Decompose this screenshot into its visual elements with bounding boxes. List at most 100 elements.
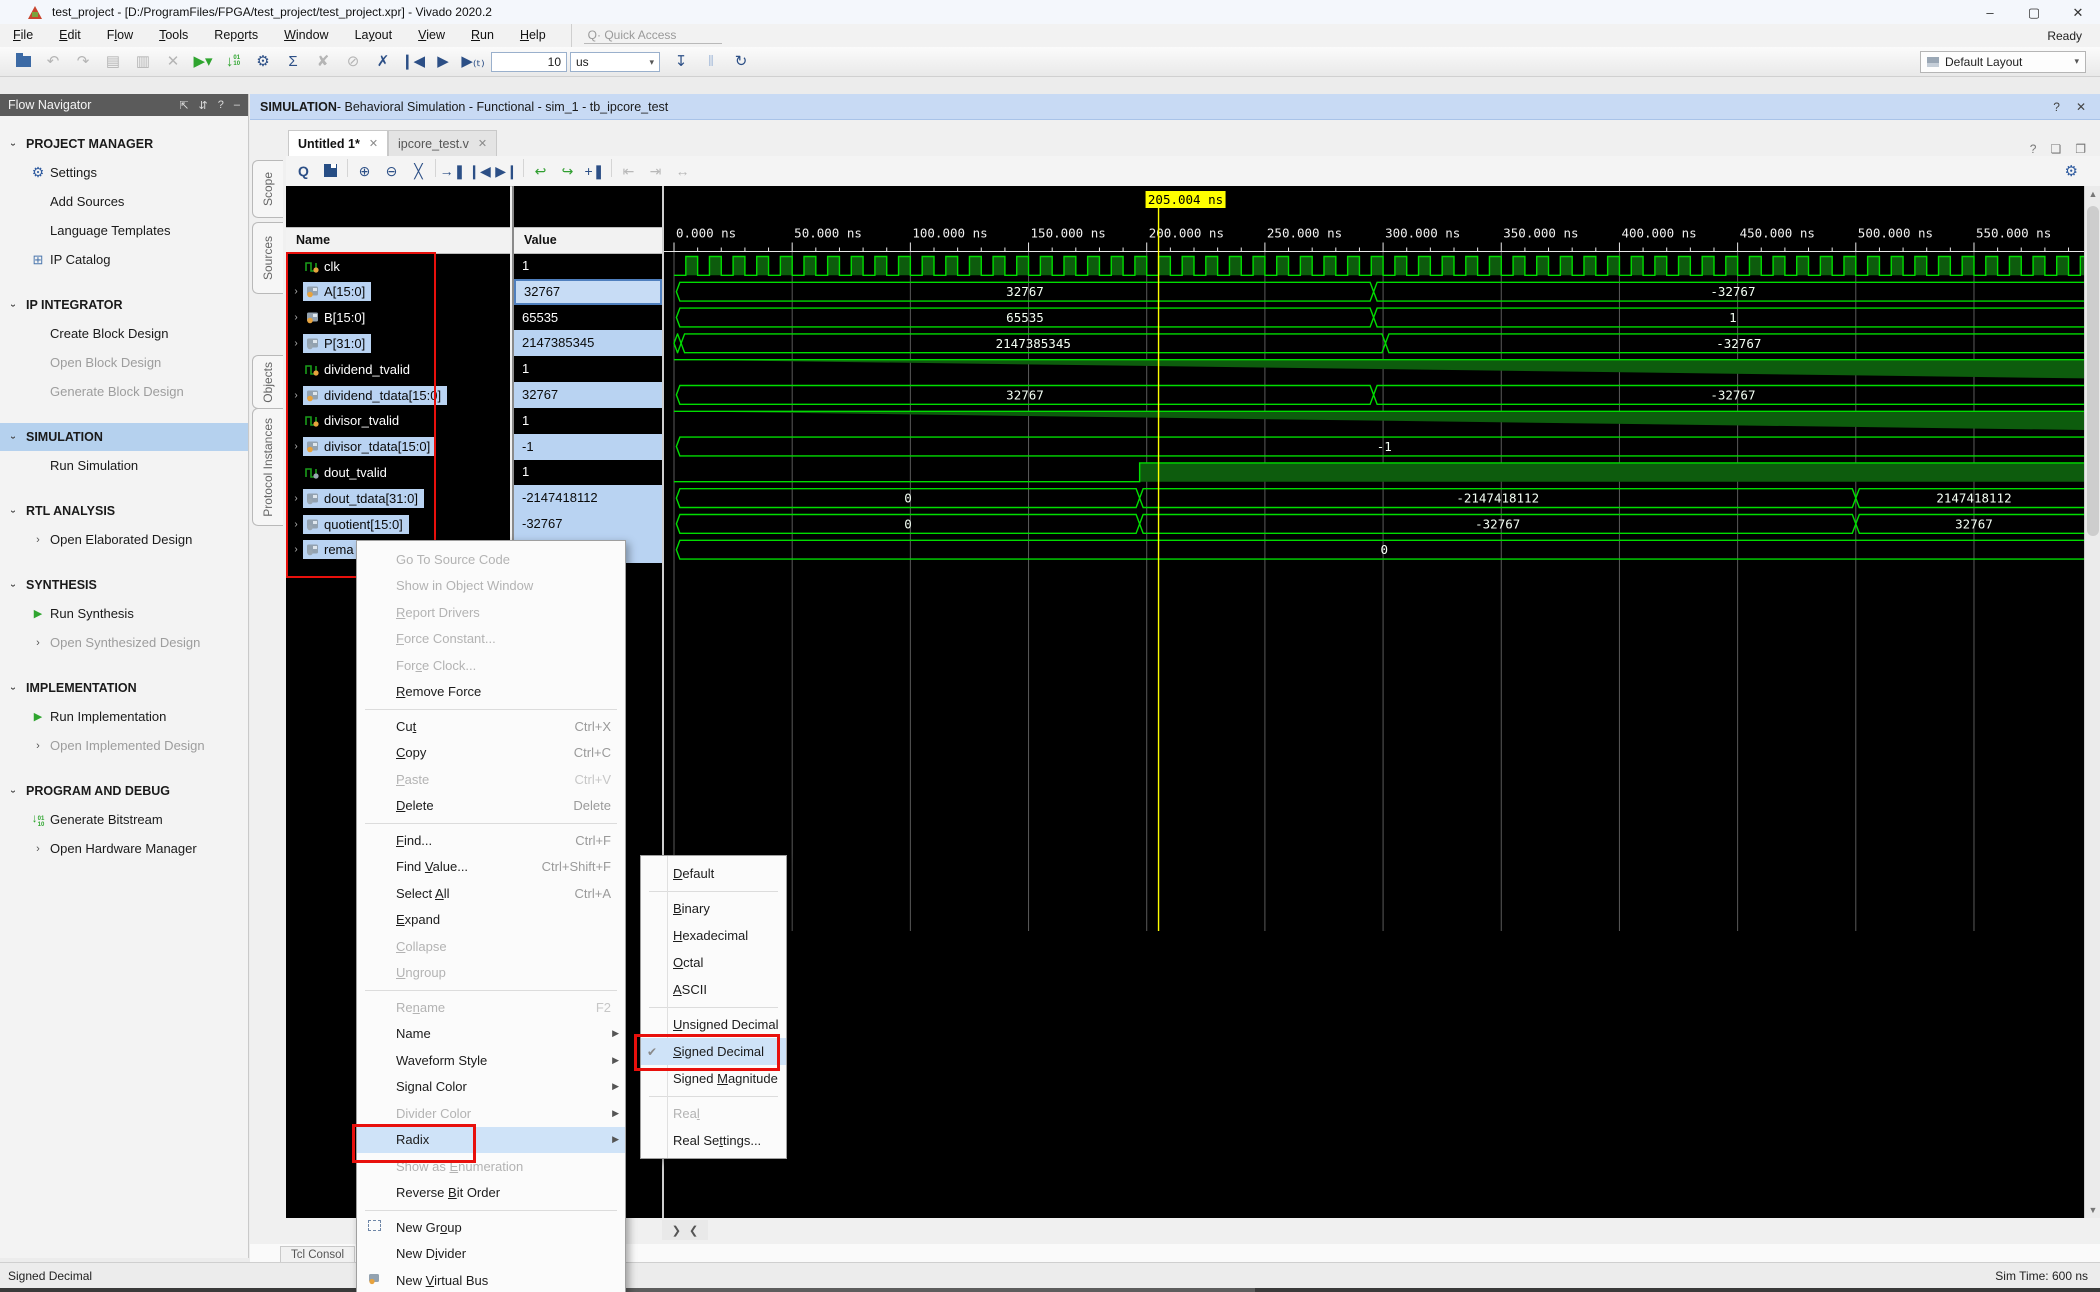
run-all-icon[interactable]: ▶: [428, 50, 458, 74]
menubar-item-window[interactable]: Window: [271, 24, 341, 47]
step-icon[interactable]: ↧: [666, 50, 696, 74]
signal-value[interactable]: 1: [514, 253, 662, 279]
flow-section-title[interactable]: ›PROJECT MANAGER: [0, 130, 248, 158]
scroll-left-icon[interactable]: ❮: [689, 1224, 698, 1237]
help-icon[interactable]: ?: [2030, 142, 2037, 156]
signal-value[interactable]: 2147385345: [514, 330, 662, 356]
flow-section-title[interactable]: ›PROGRAM AND DEBUG: [0, 777, 248, 805]
chevron-expanded-icon[interactable]: ›: [8, 131, 19, 157]
close-button[interactable]: ✕: [2056, 1, 2100, 24]
menu-item-reverse-bit-order[interactable]: Reverse Bit Order: [357, 1180, 625, 1207]
go-to-time-icon[interactable]: →❚: [439, 159, 466, 183]
flow-section-title[interactable]: ›RTL ANALYSIS: [0, 497, 248, 525]
chevron-expanded-icon[interactable]: ›: [8, 675, 19, 701]
restart-simulation-icon[interactable]: ❙◀: [398, 50, 428, 74]
menu-item-find-value-[interactable]: Find Value...Ctrl+Shift+F: [357, 854, 625, 881]
menubar-item-file[interactable]: File: [0, 24, 46, 47]
menu-item-copy[interactable]: CopyCtrl+C: [357, 740, 625, 767]
menubar-item-tools[interactable]: Tools: [146, 24, 201, 47]
help-icon[interactable]: ?: [2053, 100, 2060, 114]
zoom-out-icon[interactable]: ⊖: [378, 159, 405, 183]
wave-settings-gear-icon[interactable]: ⚙: [2065, 162, 2078, 180]
menu-item-new-virtual-bus[interactable]: New Virtual Bus: [357, 1267, 625, 1292]
waveform-canvas-panel[interactable]: 0.000 ns50.000 ns100.000 ns150.000 ns200…: [662, 186, 2086, 1218]
zoom-in-icon[interactable]: ⊕: [351, 159, 378, 183]
menubar-item-flow[interactable]: Flow: [94, 24, 146, 47]
report-summary-icon[interactable]: Σ: [278, 50, 308, 74]
open-project-icon[interactable]: [8, 50, 38, 74]
find-icon[interactable]: Q: [290, 159, 317, 183]
menubar-item-reports[interactable]: Reports: [201, 24, 271, 47]
radix-item-octal[interactable]: Octal: [641, 949, 786, 976]
menubar-item-run[interactable]: Run: [458, 24, 507, 47]
vertical-scrollbar[interactable]: ▲ ▼: [2084, 186, 2100, 1218]
side-tab-sources[interactable]: Sources: [252, 222, 283, 294]
previous-marker-icon[interactable]: ❙◀: [466, 159, 493, 183]
menu-item-select-all[interactable]: Select AllCtrl+A: [357, 880, 625, 907]
menubar-item-layout[interactable]: Layout: [342, 24, 406, 47]
side-tab-scope[interactable]: Scope: [252, 160, 283, 218]
menu-item-signal-color[interactable]: Signal Color▶: [357, 1074, 625, 1101]
radix-item-hexadecimal[interactable]: Hexadecimal: [641, 922, 786, 949]
signal-value[interactable]: -2147418112: [514, 485, 662, 511]
menubar-item-edit[interactable]: Edit: [46, 24, 94, 47]
scroll-right-icon[interactable]: ❯: [672, 1224, 681, 1237]
zoom-fit-icon[interactable]: ╳: [405, 159, 432, 183]
side-tab-protocol-instances[interactable]: Protocol Instances: [252, 408, 283, 526]
run-icon[interactable]: ▶▾: [188, 50, 218, 74]
signal-value[interactable]: 65535: [514, 305, 662, 331]
next-marker-icon[interactable]: ▶❙: [493, 159, 520, 183]
flow-item-open-elaborated-design[interactable]: ›Open Elaborated Design: [0, 525, 248, 554]
signal-value[interactable]: 32767: [514, 279, 662, 305]
signal-value[interactable]: 1: [514, 408, 662, 434]
close-tab-icon[interactable]: ✕: [369, 137, 378, 150]
menu-item-expand[interactable]: Expand: [357, 907, 625, 934]
menu-item-name[interactable]: Name▶: [357, 1021, 625, 1048]
relaunch-icon[interactable]: ↻: [726, 50, 756, 74]
chevron-expanded-icon[interactable]: ›: [8, 498, 19, 524]
expand-collapse-icon[interactable]: ⇵: [199, 99, 208, 112]
radix-item-default[interactable]: Default: [641, 860, 786, 887]
dock-icon[interactable]: ⇱: [179, 99, 188, 112]
signal-value[interactable]: 1: [514, 459, 662, 485]
scroll-down-icon[interactable]: ▼: [2085, 1202, 2100, 1218]
chevron-expanded-icon[interactable]: ›: [8, 778, 19, 804]
add-marker-icon[interactable]: +❚: [581, 159, 608, 183]
next-transition-icon[interactable]: ↪: [554, 159, 581, 183]
scroll-up-icon[interactable]: ▲: [2085, 186, 2100, 202]
menubar-item-help[interactable]: Help: [507, 24, 559, 47]
menu-item-waveform-style[interactable]: Waveform Style▶: [357, 1047, 625, 1074]
maximize-button[interactable]: ▢: [2012, 1, 2056, 24]
side-tab-objects[interactable]: Objects: [252, 355, 283, 409]
flow-item-add-sources[interactable]: Add Sources: [0, 187, 248, 216]
run-time-input[interactable]: 10: [491, 52, 567, 72]
flow-item-run-implementation[interactable]: ▶Run Implementation: [0, 702, 248, 731]
previous-transition-icon[interactable]: ↩: [527, 159, 554, 183]
menu-item-delete[interactable]: DeleteDelete: [357, 793, 625, 820]
flow-section-title[interactable]: ›SYNTHESIS: [0, 571, 248, 599]
tcl-console-tab[interactable]: Tcl Consol: [280, 1246, 355, 1263]
chevron-expanded-icon[interactable]: ›: [8, 572, 19, 598]
signal-value[interactable]: 1: [514, 356, 662, 382]
flow-item-settings[interactable]: ⚙Settings: [0, 158, 248, 187]
flow-item-run-synthesis[interactable]: ▶Run Synthesis: [0, 599, 248, 628]
radix-item-ascii[interactable]: ASCII: [641, 976, 786, 1003]
menu-item-new-divider[interactable]: New Divider: [357, 1241, 625, 1268]
flow-item-run-simulation[interactable]: Run Simulation: [0, 451, 248, 480]
chevron-expanded-icon[interactable]: ›: [8, 424, 19, 450]
menu-item-new-group[interactable]: New Group: [357, 1214, 625, 1241]
menu-item-find-[interactable]: Find...Ctrl+F: [357, 827, 625, 854]
tab-ipcore-test-v[interactable]: ipcore_test.v✕: [388, 130, 497, 156]
float-icon[interactable]: ❏: [2050, 142, 2061, 156]
minimize-button[interactable]: –: [1968, 1, 2012, 24]
minimize-icon[interactable]: ‒: [234, 99, 240, 112]
menubar-item-view[interactable]: View: [405, 24, 458, 47]
name-column-header[interactable]: Name: [286, 227, 510, 254]
value-column-header[interactable]: Value: [514, 227, 662, 254]
flow-item-language-templates[interactable]: Language Templates: [0, 216, 248, 245]
menu-item-remove-force[interactable]: Remove Force: [357, 679, 625, 706]
signal-value[interactable]: -1: [514, 434, 662, 460]
layout-selector[interactable]: Default Layout ▾: [1920, 51, 2086, 73]
flow-item-create-block-design[interactable]: Create Block Design: [0, 319, 248, 348]
settings-gear-icon[interactable]: ⚙: [248, 50, 278, 74]
